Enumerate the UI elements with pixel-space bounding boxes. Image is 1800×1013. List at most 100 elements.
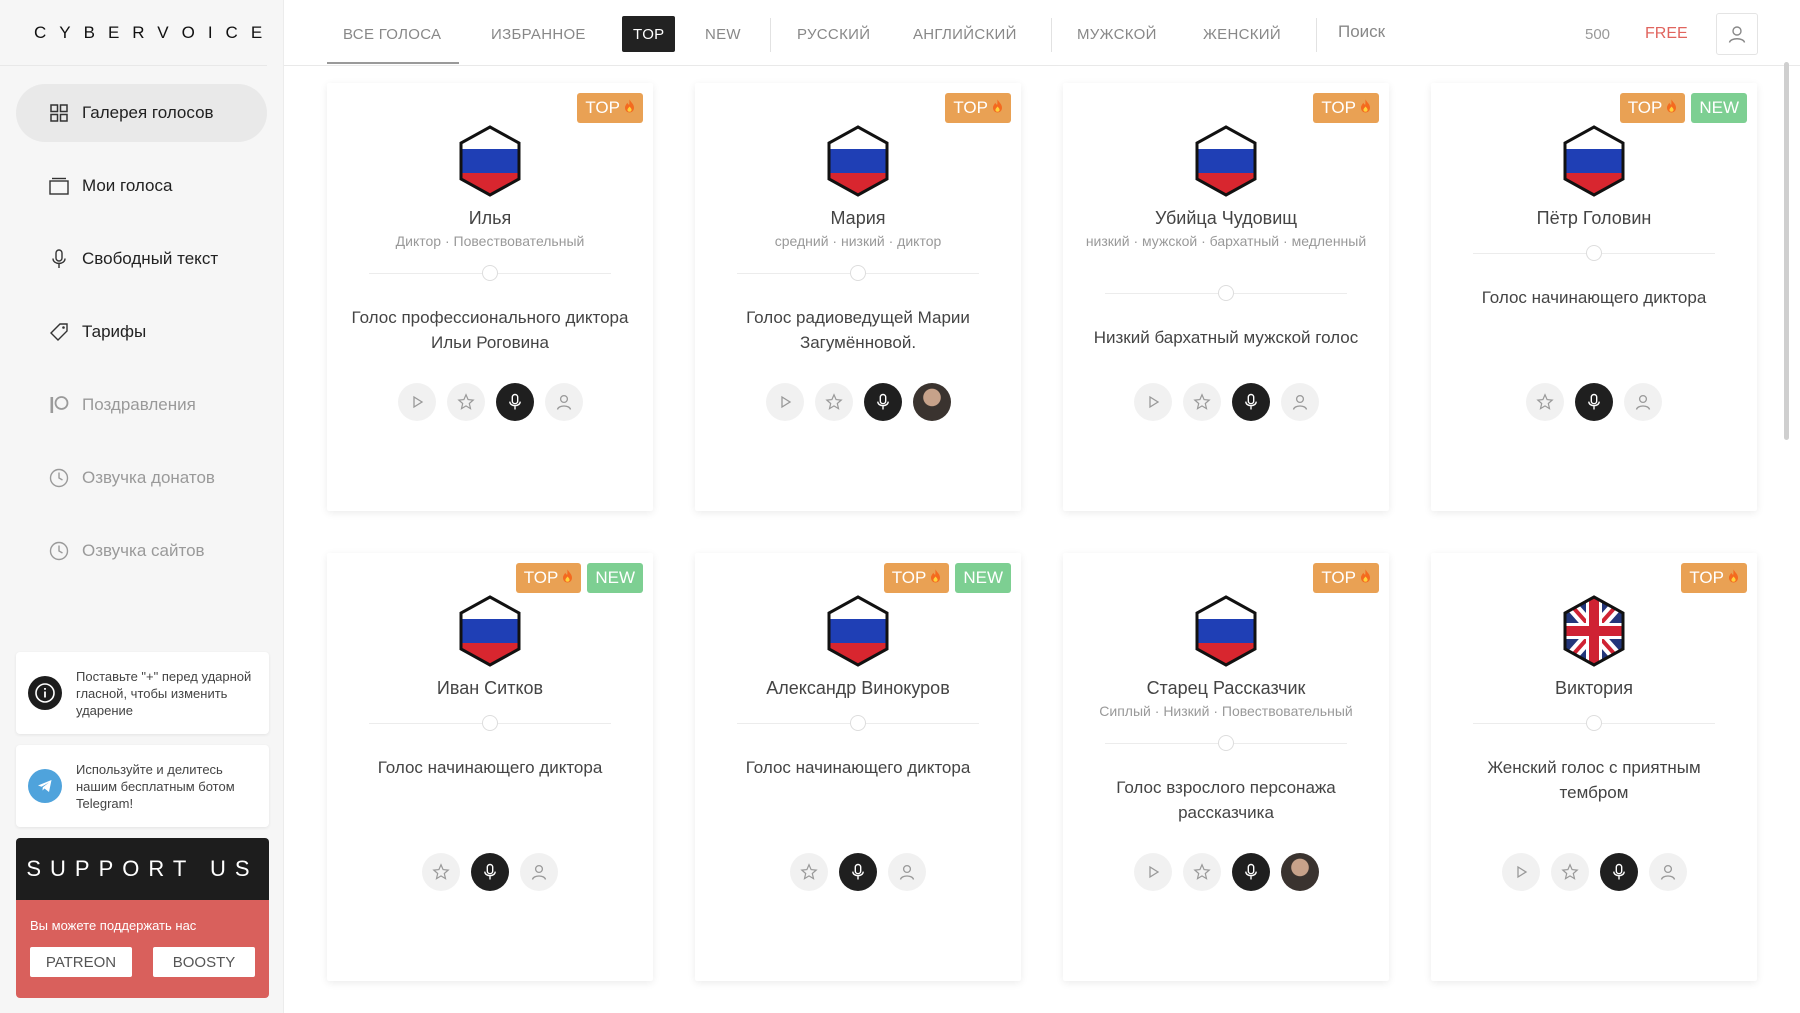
- author-profile-button[interactable]: [888, 853, 926, 891]
- play-button[interactable]: [1501, 853, 1540, 891]
- voice-card[interactable]: TOP Илья Диктор · Повествовательный Голос п…: [327, 83, 653, 511]
- russia-flag-icon: [826, 595, 890, 667]
- favorite-star-button[interactable]: [1182, 853, 1221, 891]
- fire-icon: [1662, 98, 1677, 118]
- voice-card[interactable]: TOP Старец Рассказчик Сиплый · Низкий · По…: [1063, 553, 1389, 981]
- tab-russian[interactable]: РУССКИЙ: [797, 16, 870, 52]
- use-voice-mic-button[interactable]: [1599, 853, 1638, 891]
- voice-actions: [695, 383, 1021, 421]
- use-voice-mic-button[interactable]: [839, 853, 877, 891]
- tag-separator: ·: [1150, 703, 1164, 719]
- tab-english[interactable]: АНГЛИЙСКИЙ: [913, 16, 1017, 52]
- author-avatar[interactable]: [1280, 853, 1319, 891]
- plan-label[interactable]: FREE: [1645, 25, 1688, 43]
- russia-flag-icon: [1194, 125, 1258, 197]
- tag-separator: ·: [884, 233, 898, 249]
- badge-label: NEW: [963, 568, 1003, 587]
- author-profile-button[interactable]: [1280, 383, 1319, 421]
- use-voice-mic-button[interactable]: [1231, 853, 1270, 891]
- sidebar-item-1[interactable]: Мои голоса: [16, 157, 267, 215]
- favorite-star-button[interactable]: [790, 853, 828, 891]
- voice-tag: Диктор: [395, 233, 442, 249]
- top-badge: TOP: [515, 563, 582, 593]
- favorite-star-button[interactable]: [814, 383, 853, 421]
- voice-description: Голос начинающего диктора: [1481, 288, 1707, 307]
- badge-group: TOP: [577, 93, 643, 123]
- play-button[interactable]: [397, 383, 436, 421]
- top-badge: TOP: [1681, 563, 1747, 593]
- voice-tag: диктор: [897, 233, 942, 249]
- use-voice-mic-button[interactable]: [1575, 383, 1613, 421]
- voice-card[interactable]: TOP NEW Пётр Головин Голос начинающего дикт…: [1431, 83, 1757, 511]
- fire-icon: [620, 98, 635, 118]
- grid-icon: [48, 102, 70, 124]
- voice-card[interactable]: TOP NEW Александр Винокуров Голос начинающе…: [695, 553, 1021, 981]
- play-button[interactable]: [765, 383, 804, 421]
- voice-tags: Диктор · Повествовательный: [347, 231, 633, 251]
- play-button[interactable]: [1133, 383, 1172, 421]
- use-voice-mic-button[interactable]: [471, 853, 509, 891]
- patreon-button[interactable]: PATREON: [30, 947, 132, 977]
- voice-name: Убийца Чудовищ: [1154, 208, 1298, 228]
- sidebar-item-4[interactable]: Поздравления: [16, 376, 267, 434]
- folder-icon: [48, 175, 70, 197]
- favorite-star-button[interactable]: [422, 853, 460, 891]
- badge-group: TOP NEW: [1619, 93, 1747, 123]
- tab-all-voices[interactable]: ВСЕ ГОЛОСА: [343, 16, 441, 52]
- tab-male[interactable]: МУЖСКОЙ: [1077, 16, 1157, 52]
- favorite-star-button[interactable]: [1182, 383, 1221, 421]
- sidebar-item-label: Мои голоса: [82, 176, 173, 195]
- badge-label: TOP: [1321, 98, 1356, 117]
- voice-actions: [327, 853, 653, 891]
- tab-top[interactable]: TOP: [622, 16, 676, 52]
- badge-label: TOP: [1627, 98, 1663, 117]
- search-input[interactable]: Поиск: [1338, 22, 1385, 42]
- clock-icon: [48, 540, 70, 562]
- author-profile-button[interactable]: [1648, 853, 1687, 891]
- author-avatar[interactable]: [912, 383, 951, 421]
- favorite-star-button[interactable]: [1550, 853, 1589, 891]
- sidebar-item-6[interactable]: Озвучка сайтов: [16, 522, 267, 580]
- sidebar-item-5[interactable]: Озвучка донатов: [16, 449, 267, 507]
- voice-description: Женский голос с приятным тембром: [1487, 758, 1701, 802]
- tag-separator: ·: [1209, 703, 1222, 719]
- sidebar-item-2[interactable]: Свободный текст: [16, 230, 267, 288]
- author-profile-button[interactable]: [1624, 383, 1662, 421]
- favorite-star-button[interactable]: [446, 383, 485, 421]
- tip-telegram-card[interactable]: Используйте и делитесь нашим бесплатным …: [16, 745, 269, 827]
- voice-tag: низкий: [1085, 233, 1130, 249]
- sidebar-item-3[interactable]: Тарифы: [16, 303, 267, 361]
- scrollbar[interactable]: [1784, 62, 1789, 440]
- tab-new[interactable]: NEW: [705, 16, 741, 52]
- badge-group: TOP NEW: [883, 563, 1011, 593]
- boosty-button[interactable]: BOOSTY: [153, 947, 255, 977]
- favorite-star-button[interactable]: [1526, 383, 1564, 421]
- voice-tag: средний: [774, 233, 829, 249]
- voice-tag: Низкий: [1163, 703, 1210, 719]
- play-button[interactable]: [1133, 853, 1172, 891]
- author-profile-button[interactable]: [520, 853, 558, 891]
- app-logo[interactable]: CYBERVOICE: [0, 0, 267, 66]
- voice-card[interactable]: TOP NEW Иван Ситков Голос начинающего дикто…: [327, 553, 653, 981]
- voice-card[interactable]: TOP Убийца Чудовищ низкий · мужской · барх…: [1063, 83, 1389, 511]
- sidebar-item-0[interactable]: Галерея голосов: [16, 84, 267, 142]
- voice-description: Голос профессионального диктора Ильи Рог…: [351, 308, 629, 352]
- account-button[interactable]: [1716, 13, 1758, 55]
- voice-card[interactable]: TOP Виктория Женский голос с приятным темб…: [1431, 553, 1757, 981]
- tab-female[interactable]: ЖЕНСКИЙ: [1203, 16, 1281, 52]
- fire-icon: [558, 568, 573, 588]
- fire-icon: [988, 98, 1003, 118]
- voice-tag: медленный: [1291, 233, 1367, 249]
- voice-card[interactable]: TOP Мария средний · низкий · диктор Голос р…: [695, 83, 1021, 511]
- use-voice-mic-button[interactable]: [863, 383, 902, 421]
- top-badge: TOP: [1619, 93, 1686, 123]
- badge-label: TOP: [953, 98, 988, 117]
- use-voice-mic-button[interactable]: [1231, 383, 1270, 421]
- tab-favorites[interactable]: ИЗБРАННОЕ: [491, 16, 586, 52]
- use-voice-mic-button[interactable]: [495, 383, 534, 421]
- russia-flag-icon: [826, 125, 890, 197]
- voice-actions: [1431, 853, 1757, 891]
- author-profile-button[interactable]: [544, 383, 583, 421]
- russia-flag-icon: [458, 125, 522, 197]
- badge-label: TOP: [891, 568, 927, 587]
